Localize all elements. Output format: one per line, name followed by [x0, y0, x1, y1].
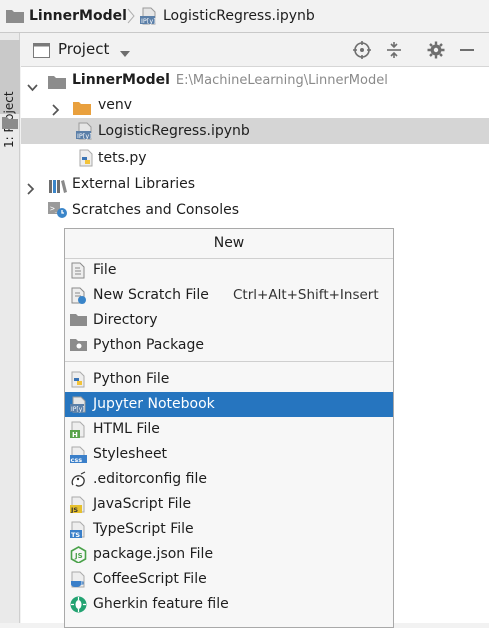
tree-row-notebook[interactable]: IP[y] LogisticRegress.ipynb	[21, 118, 489, 144]
root-folder-path: E:\MachineLearning\LinnerModel	[175, 73, 388, 88]
folder-icon	[70, 312, 87, 329]
coffeescript-icon	[70, 571, 87, 588]
external-libraries-label: External Libraries	[72, 176, 195, 192]
menu-item-label: .editorconfig file	[93, 471, 207, 487]
javascript-icon: JS	[70, 496, 87, 513]
svg-text:H: H	[72, 431, 78, 438]
chevron-down-icon[interactable]	[120, 46, 130, 62]
svg-text:TS: TS	[71, 531, 80, 538]
menu-item-coffeescript-file[interactable]: CoffeeScript File	[65, 567, 393, 592]
package-folder-icon	[70, 337, 87, 354]
gherkin-icon	[70, 596, 87, 613]
menu-item-label: Python Package	[93, 337, 205, 353]
menu-item-file[interactable]: File	[65, 258, 393, 283]
menu-item-label: New Scratch File	[93, 287, 209, 303]
breadcrumb-file[interactable]: LogisticRegress.ipynb	[163, 6, 315, 26]
menu-item-label: Stylesheet	[93, 446, 168, 462]
scratches-label: Scratches and Consoles	[72, 202, 239, 218]
tree-row-venv[interactable]: venv	[21, 92, 489, 118]
project-tool-tab[interactable]: 1: Project	[0, 40, 20, 148]
tree-row-external-libraries[interactable]: External Libraries	[21, 171, 489, 197]
svg-text:IP[y]: IP[y]	[77, 132, 92, 140]
menu-item-label: Directory	[93, 312, 158, 328]
notebook-label: LogisticRegress.ipynb	[98, 123, 250, 139]
menu-item-python-file[interactable]: Python File	[65, 367, 393, 392]
svg-text:css: css	[71, 456, 83, 463]
venv-label: venv	[98, 97, 133, 113]
tree-row-pyfile[interactable]: tets.py	[21, 145, 489, 171]
menu-item-typescript-file[interactable]: TS TypeScript File	[65, 517, 393, 542]
menu-item-jupyter-notebook[interactable]: IP[y] Jupyter Notebook	[65, 392, 393, 417]
project-view-icon	[33, 43, 50, 62]
svg-text:IP[y]: IP[y]	[71, 406, 85, 413]
svg-text:JS: JS	[74, 552, 83, 560]
hide-panel-icon[interactable]	[458, 41, 476, 59]
typescript-icon: TS	[70, 521, 87, 538]
menu-item-label: JavaScript File	[93, 496, 192, 512]
menu-item-html-file[interactable]: H HTML File	[65, 417, 393, 442]
python-icon	[70, 371, 87, 388]
popup-title: New	[65, 229, 393, 259]
menu-item-label: Jupyter Notebook	[93, 396, 215, 412]
editorconfig-icon	[70, 471, 87, 488]
pyfile-label: tets.py	[98, 150, 147, 166]
menu-separator	[65, 361, 393, 362]
structure-tool-icon[interactable]	[2, 115, 18, 133]
gear-icon[interactable]	[427, 41, 445, 59]
project-tool-tab-label: 1: Project	[2, 78, 16, 148]
scratch-file-icon	[70, 287, 87, 304]
menu-item-gherkin-feature-file[interactable]: Gherkin feature file	[65, 592, 393, 617]
menu-item-editorconfig[interactable]: .editorconfig file	[65, 467, 393, 492]
menu-item-stylesheet[interactable]: css Stylesheet	[65, 442, 393, 467]
root-folder-name: LinnerModel	[72, 72, 170, 88]
tree-row-root[interactable]: LinnerModel E:\MachineLearning\LinnerMode…	[21, 67, 489, 93]
project-panel-header: Project	[21, 33, 489, 67]
file-icon	[70, 262, 87, 279]
locate-target-icon[interactable]	[353, 41, 371, 59]
project-view-selector[interactable]: Project	[58, 40, 109, 58]
menu-item-new-scratch-file[interactable]: New Scratch File Ctrl+Alt+Shift+Insert	[65, 283, 393, 308]
menu-item-label: Python File	[93, 371, 170, 387]
breadcrumb-project[interactable]: LinnerModel	[29, 6, 127, 26]
menu-item-label: Gherkin feature file	[93, 596, 229, 612]
new-popup-menu: New File New Scratch File Ctrl+Alt+Shift…	[64, 228, 394, 628]
menu-item-javascript-file[interactable]: JS JavaScript File	[65, 492, 393, 517]
jupyter-icon: IP[y]	[70, 396, 87, 413]
menu-item-directory[interactable]: Directory	[65, 308, 393, 333]
html-icon: H	[70, 421, 87, 438]
folder-icon	[6, 8, 24, 27]
tree-row-scratches[interactable]: >_ Scratches and Consoles	[21, 197, 489, 223]
menu-item-label: HTML File	[93, 421, 160, 437]
menu-item-label: CoffeeScript File	[93, 571, 207, 587]
menu-item-python-package[interactable]: Python Package	[65, 333, 393, 358]
navigation-bar: LinnerModel IP[y] LogisticRegress.ipynb	[0, 0, 489, 33]
svg-text:JS: JS	[70, 506, 78, 513]
nodejs-icon: JS	[70, 546, 87, 563]
chevron-right-icon	[127, 8, 135, 28]
menu-item-label: package.json File	[93, 546, 214, 562]
menu-item-label: TypeScript File	[93, 521, 194, 537]
menu-item-shortcut: Ctrl+Alt+Shift+Insert	[233, 287, 379, 303]
svg-text:IP[y]: IP[y]	[141, 17, 156, 25]
menu-item-label: File	[93, 262, 117, 278]
menu-item-package-json[interactable]: JS package.json File	[65, 542, 393, 567]
jupyter-icon: IP[y]	[140, 7, 158, 29]
collapse-all-icon[interactable]	[385, 41, 403, 59]
scratches-icon: >_	[48, 201, 68, 228]
css-icon: css	[70, 446, 87, 463]
